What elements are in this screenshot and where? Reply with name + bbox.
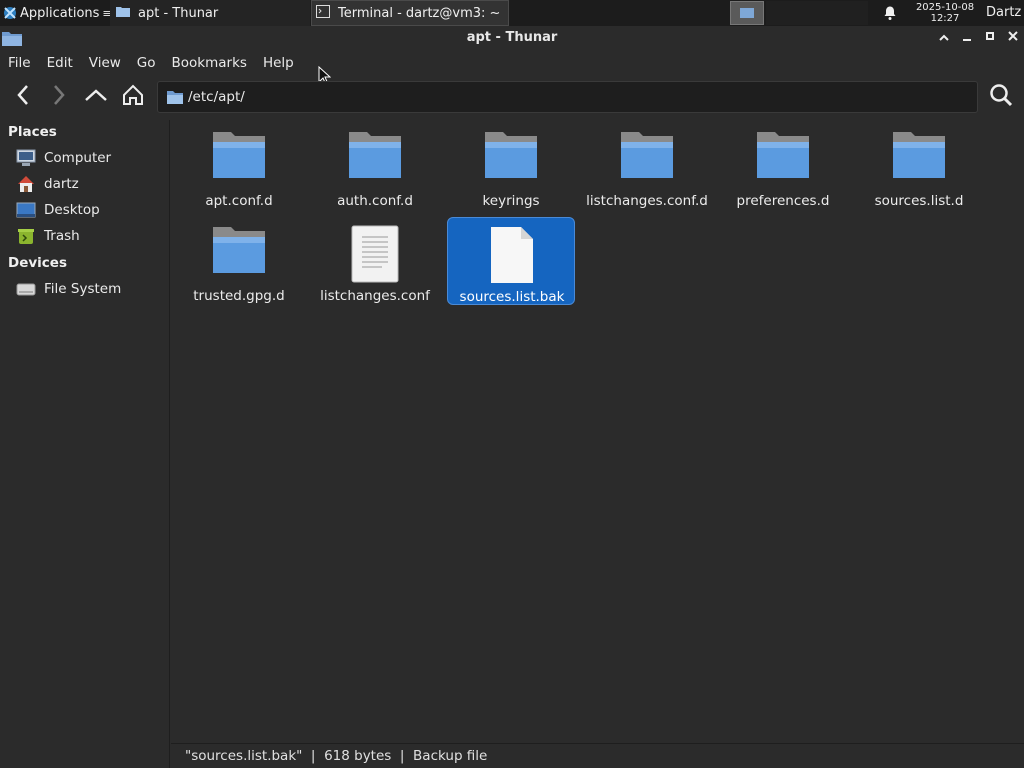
- workspace-3[interactable]: [800, 1, 834, 25]
- panel-clock[interactable]: 2025-10-08 12:27: [908, 0, 982, 26]
- taskbar-item-terminal[interactable]: Terminal - dartz@vm3: ~: [311, 0, 509, 26]
- menu-bar: File Edit View Go Bookmarks Help: [0, 50, 1024, 76]
- taskbar-item-label: apt - Thunar: [138, 5, 219, 21]
- top-panel: Applications ≡ apt - Thunar Terminal - d…: [0, 0, 1024, 26]
- applications-label: Applications: [20, 5, 100, 21]
- sidebar-item-desktop[interactable]: Desktop: [16, 198, 100, 222]
- file-item-label: apt.conf.d: [205, 193, 273, 209]
- menu-file[interactable]: File: [0, 55, 39, 71]
- folder-icon: [719, 130, 847, 188]
- file-item-listchanges-conf-d[interactable]: listchanges.conf.d: [583, 122, 711, 210]
- chevron-left-icon: [16, 84, 30, 110]
- file-item-sources-list-d[interactable]: sources.list.d: [855, 122, 983, 210]
- clock-time: 12:27: [930, 13, 960, 24]
- menu-help[interactable]: Help: [255, 55, 302, 71]
- drive-icon: [16, 280, 36, 298]
- chevron-right-icon: [52, 84, 66, 110]
- location-bar[interactable]: [157, 81, 978, 113]
- sidebar-heading-devices: Devices: [8, 255, 67, 271]
- file-item-label: listchanges.conf.d: [586, 193, 708, 209]
- sidebar-item-dartz[interactable]: dartz: [16, 172, 79, 196]
- window-title: apt - Thunar: [466, 30, 558, 45]
- home-icon: [122, 84, 144, 110]
- desktop-icon: [16, 201, 36, 219]
- minimize-icon: [961, 30, 973, 46]
- folder-icon: [583, 130, 711, 188]
- back-button[interactable]: [8, 81, 38, 113]
- workspace-4[interactable]: [834, 1, 868, 25]
- trash-icon: [16, 227, 36, 245]
- workspace-1[interactable]: [730, 1, 764, 25]
- location-input[interactable]: [188, 82, 948, 112]
- folder-icon: [116, 5, 130, 21]
- parent-folder-button[interactable]: [81, 81, 111, 113]
- file-item-auth-conf-d[interactable]: auth.conf.d: [311, 122, 439, 210]
- folder-icon: [447, 130, 575, 188]
- sidebar-item-label: File System: [44, 281, 122, 297]
- file-item-trusted-gpg-d[interactable]: trusted.gpg.d: [175, 217, 303, 305]
- close-icon: [1007, 30, 1019, 46]
- clock-date: 2025-10-08: [915, 2, 975, 13]
- file-item-label: auth.conf.d: [337, 193, 413, 209]
- workspace-2[interactable]: [766, 1, 800, 25]
- minimize-button[interactable]: [958, 29, 976, 47]
- window-titlebar[interactable]: apt - Thunar: [0, 26, 1024, 50]
- maximize-button[interactable]: [981, 29, 999, 47]
- file-item-label: keyrings: [482, 193, 540, 209]
- file-icon: [448, 226, 576, 284]
- file-item-label: sources.list.d: [874, 193, 964, 209]
- folder-icon: [175, 225, 303, 283]
- sidebar-item-label: Trash: [44, 228, 80, 244]
- search-button[interactable]: [986, 81, 1016, 113]
- file-item-apt-conf-d[interactable]: apt.conf.d: [175, 122, 303, 210]
- forward-button[interactable]: [44, 81, 74, 113]
- folder-icon: [311, 130, 439, 188]
- file-item-listchanges-conf[interactable]: listchanges.conf: [311, 217, 439, 305]
- file-item-label: trusted.gpg.d: [193, 288, 285, 304]
- status-text: "sources.list.bak" | 618 bytes | Backup …: [185, 748, 488, 764]
- sidebar-item-trash[interactable]: Trash: [16, 224, 80, 248]
- file-item-preferences-d[interactable]: preferences.d: [719, 122, 847, 210]
- notification-bell-icon[interactable]: [882, 5, 898, 21]
- chevron-up-icon: [84, 88, 108, 106]
- taskbar-item-label: Terminal - dartz@vm3: ~: [338, 5, 501, 21]
- applications-menu-button[interactable]: Applications ≡: [0, 0, 112, 26]
- taskbar-item-thunar[interactable]: apt - Thunar: [110, 0, 310, 26]
- terminal-icon: [316, 4, 330, 22]
- close-button[interactable]: [1004, 29, 1022, 47]
- search-icon: [989, 83, 1013, 111]
- sidebar-item-computer[interactable]: Computer: [16, 146, 111, 170]
- sidebar-item-label: Computer: [44, 150, 112, 166]
- maximize-icon: [984, 30, 996, 46]
- file-item-sources-list-bak[interactable]: sources.list.bak: [447, 217, 575, 305]
- text-file-icon: [311, 225, 439, 283]
- file-icon-view[interactable]: apt.conf.d auth.conf.d keyrings listchan…: [171, 120, 1024, 743]
- home-icon: [16, 175, 36, 193]
- sidebar-heading-places: Places: [8, 124, 57, 140]
- chevron-up-icon: [938, 31, 950, 46]
- menu-view[interactable]: View: [81, 55, 129, 71]
- file-item-label: sources.list.bak: [459, 289, 565, 305]
- folder-icon: [175, 130, 303, 188]
- menu-edit[interactable]: Edit: [39, 55, 81, 71]
- status-bar: "sources.list.bak" | 618 bytes | Backup …: [171, 743, 1024, 768]
- home-button[interactable]: [118, 81, 148, 113]
- window-shade-button[interactable]: [935, 29, 953, 47]
- sidebar-item-label: Desktop: [44, 202, 100, 218]
- file-item-label: preferences.d: [736, 193, 830, 209]
- sidebar: Places Computer dartz Desktop Trash Devi…: [0, 120, 170, 768]
- sidebar-item-file-system[interactable]: File System: [16, 277, 121, 301]
- menu-go[interactable]: Go: [129, 55, 164, 71]
- menu-bookmarks[interactable]: Bookmarks: [164, 55, 255, 71]
- computer-icon: [16, 149, 36, 167]
- folder-icon: [167, 90, 183, 108]
- workspace-switcher: [728, 0, 868, 26]
- folder-icon: [855, 130, 983, 188]
- xfce-logo-icon: [2, 5, 18, 21]
- file-item-keyrings[interactable]: keyrings: [447, 122, 575, 210]
- file-item-label: listchanges.conf: [320, 288, 430, 304]
- user-menu[interactable]: Dartz: [986, 0, 1021, 26]
- sidebar-item-label: dartz: [44, 176, 79, 192]
